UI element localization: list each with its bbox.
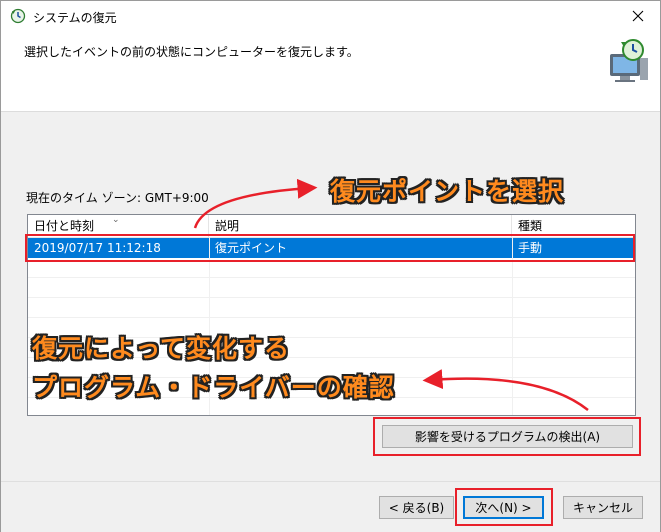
annotation-arrows xyxy=(193,178,589,411)
annotation-line1: 復元によって変化する xyxy=(32,334,291,363)
annotation-line2: プログラム・ドライバーの確認 xyxy=(32,373,395,402)
annotation-select-point: 復元ポイントを選択 xyxy=(330,177,565,206)
arrow-to-check xyxy=(422,369,589,411)
arrow-to-select xyxy=(193,178,318,229)
